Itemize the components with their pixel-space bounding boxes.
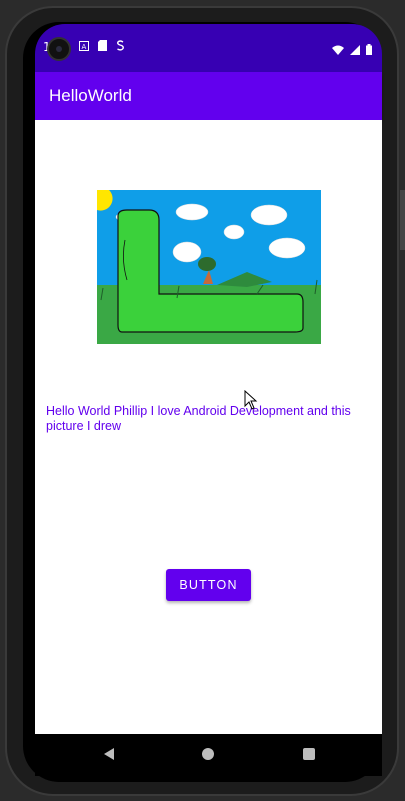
wifi-icon [332,40,344,59]
sd-card-icon [97,40,107,54]
battery-icon [366,40,372,59]
main-content: Hello World Phillip I love Android Devel… [35,120,382,734]
status-bar: 1:14 A [35,24,382,72]
status-right [332,40,372,59]
mouse-pointer-icon [244,390,258,410]
hello-message: Hello World Phillip I love Android Devel… [46,404,351,433]
app-title: HelloWorld [49,86,132,105]
navigation-bar [35,734,382,776]
drawn-picture [97,190,321,344]
svg-text:A: A [81,43,86,51]
home-icon[interactable] [202,748,214,760]
front-camera [47,37,71,61]
signal-icon [350,40,360,59]
app-bar: HelloWorld [35,72,382,120]
s-icon [116,40,125,54]
side-button [400,190,405,250]
main-button[interactable]: BUTTON [166,569,251,601]
recents-icon[interactable] [303,748,315,760]
a-box-icon: A [78,40,89,54]
back-icon[interactable] [103,748,115,760]
